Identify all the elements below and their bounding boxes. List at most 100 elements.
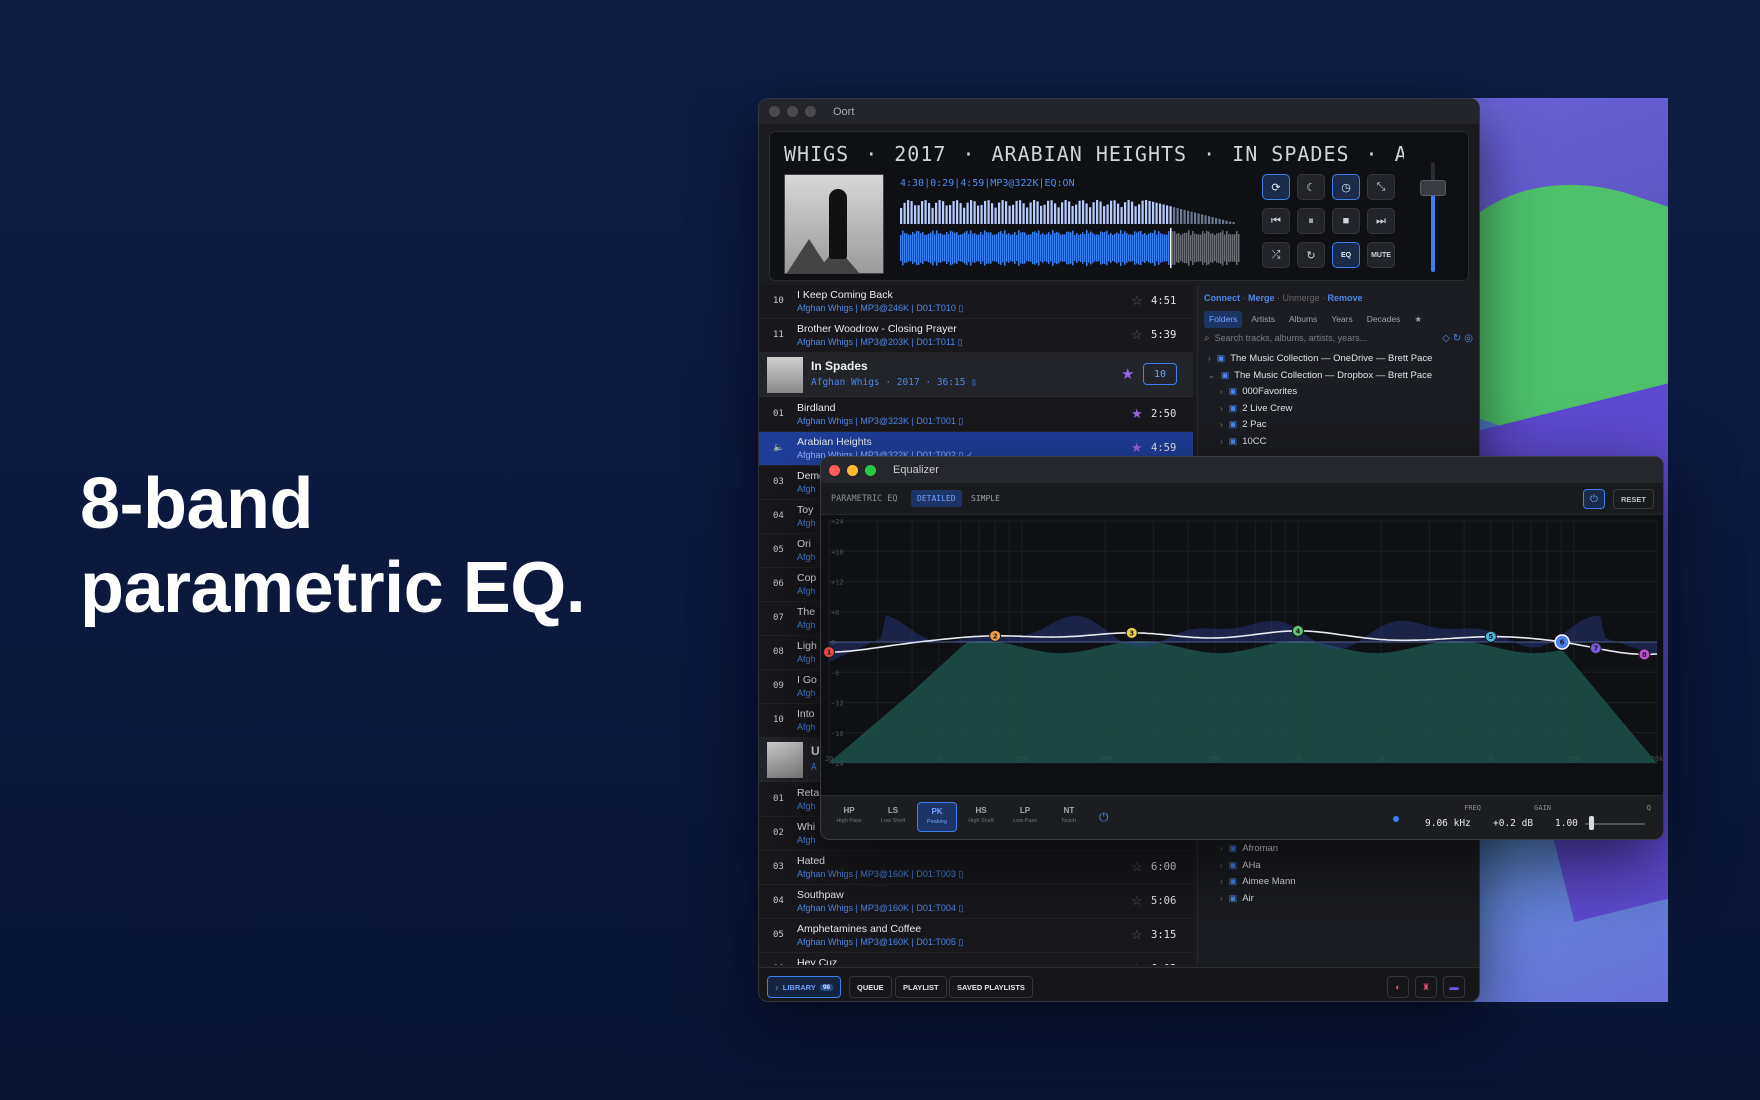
filter-type-pk[interactable]: PK Peaking — [917, 802, 957, 832]
bottom-tab-queue[interactable]: QUEUE — [849, 976, 892, 998]
chevron-icon[interactable]: › — [1220, 437, 1223, 446]
favorite-star-icon[interactable]: ☆ — [1131, 327, 1143, 343]
filter-type-ls[interactable]: LS Low Shelf — [873, 802, 913, 832]
chevron-icon[interactable]: › — [1220, 404, 1223, 413]
previous-icon[interactable]: ⏮ — [1262, 208, 1290, 234]
eq-minimize-button[interactable] — [847, 464, 858, 476]
track-row[interactable]: 10 I Keep Coming Back Afghan Whigs | MP3@2… — [759, 285, 1193, 319]
track-row[interactable]: 05 Amphetamines and Coffee Afghan Whigs | … — [759, 919, 1193, 953]
reset-button[interactable]: RESET — [1613, 489, 1655, 509]
filter-type-hs[interactable]: HS High Shelf — [961, 802, 1001, 832]
favorite-star-icon[interactable]: ☆ — [1131, 893, 1143, 909]
eq-close-button[interactable] — [829, 464, 840, 476]
filter-type-nt[interactable]: NT Notch — [1049, 802, 1089, 832]
timer-icon[interactable]: ◷ — [1332, 174, 1360, 200]
action-merge[interactable]: Merge — [1248, 293, 1275, 303]
joystick-icon[interactable]: ♜ — [1415, 976, 1437, 998]
eq-button[interactable]: EQ — [1332, 242, 1360, 268]
favorite-star-icon[interactable]: ☆ — [1131, 961, 1143, 965]
folder-item[interactable]: ⌄ ▣ The Music Collection — Dropbox — Brett… — [1208, 370, 1432, 381]
collapse-icon[interactable]: ⤡ — [1367, 174, 1395, 200]
bottom-tab-saved-playlists[interactable]: SAVED PLAYLISTS — [949, 976, 1033, 998]
minimize-button[interactable] — [787, 106, 798, 117]
album-art[interactable] — [784, 174, 884, 274]
bottom-tab-playlist[interactable]: PLAYLIST — [895, 976, 947, 998]
favorite-star-icon[interactable]: ★ — [1131, 440, 1143, 456]
eq-zoom-button[interactable] — [865, 464, 876, 476]
band-handle-6[interactable]: 6 — [1554, 634, 1570, 650]
bottom-tab-library[interactable]: ♪ LIBRARY 98 — [767, 976, 842, 998]
chevron-icon[interactable]: › — [1220, 861, 1223, 870]
folder-item[interactable]: › ▣ AHa — [1220, 860, 1261, 871]
library-tab[interactable]: Years — [1326, 311, 1357, 328]
action-remove[interactable]: Remove — [1328, 293, 1363, 303]
folder-item[interactable]: › ▣ Aimee Mann — [1220, 876, 1296, 887]
band-handle-1[interactable]: 1 — [823, 646, 835, 659]
action-unmerge[interactable]: Unmerge — [1283, 293, 1320, 303]
stop-icon[interactable]: ■ — [1332, 208, 1360, 234]
chevron-icon[interactable]: › — [1220, 420, 1223, 429]
chevron-icon[interactable]: › — [1220, 387, 1223, 396]
filter-type-lp[interactable]: LP Low Pass — [1005, 802, 1045, 832]
band-handle-4[interactable]: 4 — [1291, 624, 1304, 637]
q-value[interactable]: 1.00 — [1555, 818, 1578, 829]
zoom-button[interactable] — [805, 106, 816, 117]
favorite-star-icon[interactable]: ☆ — [1131, 927, 1143, 943]
favorite-star-icon[interactable]: ★ — [1131, 406, 1143, 422]
favorite-star-icon[interactable]: ☆ — [1131, 293, 1143, 309]
chevron-icon[interactable]: › — [1220, 844, 1223, 853]
waveform-seekbar[interactable] — [900, 228, 1240, 268]
folder-item[interactable]: › ▣ Air — [1220, 893, 1254, 904]
band-handle-7[interactable]: 7 — [1589, 642, 1602, 655]
eq-power-icon[interactable]: ⏻ — [1583, 489, 1605, 509]
chevron-icon[interactable]: ⌄ — [1208, 371, 1215, 380]
folder-item[interactable]: › ▣ Afroman — [1220, 843, 1278, 854]
library-search[interactable]: ⌕ Search tracks, albums, artists, years.… — [1204, 329, 1476, 347]
volume-knob[interactable] — [1420, 180, 1446, 196]
shuffle-icon[interactable]: ⤮ — [1262, 242, 1290, 268]
chevron-icon[interactable]: › — [1220, 894, 1223, 903]
repeat-icon[interactable]: ↻ — [1297, 242, 1325, 268]
band-handle-5[interactable]: 5 — [1484, 630, 1497, 643]
search-tools-icons[interactable]: ◇↻◎ — [1442, 333, 1476, 344]
band-handle-2[interactable]: 2 — [989, 629, 1002, 642]
band-handle-3[interactable]: 3 — [1125, 626, 1138, 639]
library-tab[interactable]: Artists — [1246, 311, 1280, 328]
filter-type-hp[interactable]: HP High Pass — [829, 802, 869, 832]
track-row[interactable]: 01 Birdland Afghan Whigs | MP3@323K | D01:… — [759, 398, 1193, 432]
track-row[interactable]: 03 Hated Afghan Whigs | MP3@160K | D01:T00… — [759, 851, 1193, 885]
sleep-icon[interactable]: ☾ — [1297, 174, 1325, 200]
folder-item[interactable]: › ▣ The Music Collection — OneDrive — Bret… — [1208, 353, 1432, 364]
album-header[interactable]: In Spades Afghan Whigs · 2017 · 36:15 ▯ ★ 1… — [759, 353, 1193, 397]
eq-response-plot[interactable]: +24+18+12+60-6-12-18-2420501002005001k2k… — [821, 515, 1664, 795]
chevron-icon[interactable]: › — [1220, 877, 1223, 886]
track-row[interactable]: 06Hey CuzAfghan Whigs | MP3@160K | D01:T… — [759, 953, 1193, 965]
folder-item[interactable]: › ▣ 000Favorites — [1220, 386, 1297, 397]
album-favorite-icon[interactable]: ★ — [1121, 365, 1134, 383]
library-tab[interactable]: Albums — [1284, 311, 1322, 328]
freq-value[interactable]: 9.06 kHz — [1425, 818, 1471, 829]
folder-item[interactable]: › ▣ 2 Pac — [1220, 419, 1266, 430]
band-power-icon[interactable]: ⏻ — [1099, 810, 1109, 825]
volume-slider[interactable] — [1416, 154, 1450, 276]
pause-icon[interactable]: ⏸ — [1297, 208, 1325, 234]
mode-simple[interactable]: SIMPLE — [965, 490, 1006, 507]
gain-value[interactable]: +0.2 dB — [1493, 818, 1533, 829]
favorite-star-icon[interactable]: ☆ — [1131, 859, 1143, 875]
sync-icon[interactable]: ⟳ — [1262, 174, 1290, 200]
close-button[interactable] — [769, 106, 780, 117]
next-icon[interactable]: ⏭ — [1367, 208, 1395, 234]
q-slider[interactable] — [1585, 823, 1645, 825]
folder-item[interactable]: › ▣ 2 Live Crew — [1220, 403, 1292, 414]
folder-item[interactable]: › ▣ 10CC — [1220, 436, 1266, 447]
chevron-icon[interactable]: › — [1208, 354, 1211, 363]
mode-detailed[interactable]: DETAILED — [911, 490, 962, 507]
library-tab[interactable]: Folders — [1204, 311, 1243, 328]
library-tab[interactable]: Decades — [1362, 311, 1406, 328]
mute-button[interactable]: MUTE — [1367, 242, 1395, 268]
red-icon[interactable]: ◐ — [1387, 976, 1409, 998]
q-slider-knob[interactable] — [1589, 816, 1594, 830]
track-row[interactable]: 11 Brother Woodrow - Closing Prayer Afghan… — [759, 319, 1193, 353]
library-tab[interactable]: ★ — [1409, 311, 1427, 328]
action-connect[interactable]: Connect — [1204, 293, 1240, 303]
